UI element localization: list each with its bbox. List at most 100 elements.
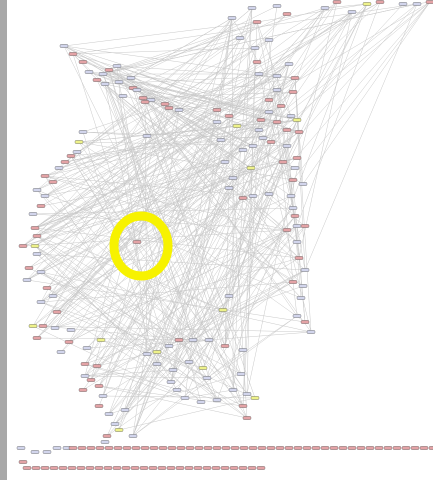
graph-node[interactable] xyxy=(113,446,123,450)
graph-node[interactable] xyxy=(224,186,234,190)
graph-node[interactable] xyxy=(290,214,300,218)
graph-node[interactable] xyxy=(132,88,142,92)
graph-node[interactable] xyxy=(30,244,40,248)
graph-node[interactable] xyxy=(264,110,274,114)
graph-node[interactable] xyxy=(68,52,78,56)
graph-node[interactable] xyxy=(128,434,138,438)
graph-node[interactable] xyxy=(410,446,420,450)
graph-node[interactable] xyxy=(50,326,60,330)
graph-node[interactable] xyxy=(272,4,282,8)
graph-node[interactable] xyxy=(184,360,194,364)
graph-node[interactable] xyxy=(130,466,140,470)
graph-node[interactable] xyxy=(24,266,34,270)
graph-node[interactable] xyxy=(16,446,26,450)
graph-node[interactable] xyxy=(104,68,114,72)
graph-node[interactable] xyxy=(22,466,32,470)
graph-node[interactable] xyxy=(74,140,84,144)
graph-node[interactable] xyxy=(102,434,112,438)
graph-node[interactable] xyxy=(266,446,276,450)
graph-node[interactable] xyxy=(224,114,234,118)
graph-node[interactable] xyxy=(49,466,59,470)
graph-node[interactable] xyxy=(288,178,298,182)
graph-node[interactable] xyxy=(238,404,248,408)
graph-node[interactable] xyxy=(157,466,167,470)
graph-node[interactable] xyxy=(290,166,300,170)
graph-node[interactable] xyxy=(238,148,248,152)
graph-node[interactable] xyxy=(126,76,136,80)
graph-node[interactable] xyxy=(254,72,264,76)
graph-node[interactable] xyxy=(148,466,158,470)
graph-node[interactable] xyxy=(216,138,226,142)
graph-node[interactable] xyxy=(288,280,298,284)
graph-node[interactable] xyxy=(247,466,257,470)
graph-node[interactable] xyxy=(132,240,142,244)
graph-node[interactable] xyxy=(212,446,222,450)
graph-node[interactable] xyxy=(202,466,212,470)
graph-node[interactable] xyxy=(80,362,90,366)
graph-node[interactable] xyxy=(202,376,212,380)
graph-node[interactable] xyxy=(188,338,198,342)
graph-node[interactable] xyxy=(42,450,52,454)
graph-node[interactable] xyxy=(167,446,177,450)
graph-node[interactable] xyxy=(218,308,228,312)
graph-node[interactable] xyxy=(152,350,162,354)
graph-node[interactable] xyxy=(92,78,102,82)
graph-node[interactable] xyxy=(78,60,88,64)
graph-node[interactable] xyxy=(60,160,70,164)
graph-node[interactable] xyxy=(412,2,422,6)
graph-node[interactable] xyxy=(18,460,28,464)
graph-node[interactable] xyxy=(122,446,132,450)
graph-node[interactable] xyxy=(292,240,302,244)
graph-node[interactable] xyxy=(103,466,113,470)
graph-node[interactable] xyxy=(176,446,186,450)
graph-node[interactable] xyxy=(31,466,41,470)
graph-node[interactable] xyxy=(242,416,252,420)
graph-node[interactable] xyxy=(193,466,203,470)
graph-node[interactable] xyxy=(224,294,234,298)
graph-node[interactable] xyxy=(82,346,92,350)
graph-node[interactable] xyxy=(286,114,296,118)
graph-node[interactable] xyxy=(48,180,58,184)
graph-node[interactable] xyxy=(332,0,342,4)
graph-node[interactable] xyxy=(38,324,48,328)
graph-node[interactable] xyxy=(292,224,302,228)
graph-node[interactable] xyxy=(52,310,62,314)
graph-node[interactable] xyxy=(100,440,110,444)
graph-node[interactable] xyxy=(401,446,411,450)
graph-node[interactable] xyxy=(282,144,292,148)
graph-node[interactable] xyxy=(58,466,68,470)
graph-node[interactable] xyxy=(78,130,88,134)
graph-node[interactable] xyxy=(236,372,246,376)
graph-node[interactable] xyxy=(212,108,222,112)
graph-node[interactable] xyxy=(347,10,357,14)
graph-node[interactable] xyxy=(32,188,42,192)
graph-node[interactable] xyxy=(68,446,78,450)
graph-node[interactable] xyxy=(28,212,38,216)
graph-node[interactable] xyxy=(86,378,96,382)
graph-node[interactable] xyxy=(56,350,66,354)
graph-node[interactable] xyxy=(282,128,292,132)
graph-node[interactable] xyxy=(72,150,82,154)
graph-node[interactable] xyxy=(32,336,42,340)
graph-node[interactable] xyxy=(228,176,238,180)
graph-node[interactable] xyxy=(64,340,74,344)
graph-node[interactable] xyxy=(320,446,330,450)
graph-node[interactable] xyxy=(294,130,304,134)
graph-node[interactable] xyxy=(85,466,95,470)
graph-node[interactable] xyxy=(292,118,302,122)
graph-node[interactable] xyxy=(166,380,176,384)
graph-node[interactable] xyxy=(264,38,274,42)
graph-node[interactable] xyxy=(110,422,120,426)
graph-node[interactable] xyxy=(296,296,306,300)
graph-node[interactable] xyxy=(284,446,294,450)
graph-node[interactable] xyxy=(212,120,222,124)
graph-node[interactable] xyxy=(30,226,40,230)
graph-node[interactable] xyxy=(22,278,32,282)
graph-node[interactable] xyxy=(302,446,312,450)
graph-node[interactable] xyxy=(300,268,310,272)
graph-node[interactable] xyxy=(248,194,258,198)
graph-node[interactable] xyxy=(194,446,204,450)
graph-node[interactable] xyxy=(264,98,274,102)
graph-node[interactable] xyxy=(142,352,152,356)
graph-node[interactable] xyxy=(95,446,105,450)
